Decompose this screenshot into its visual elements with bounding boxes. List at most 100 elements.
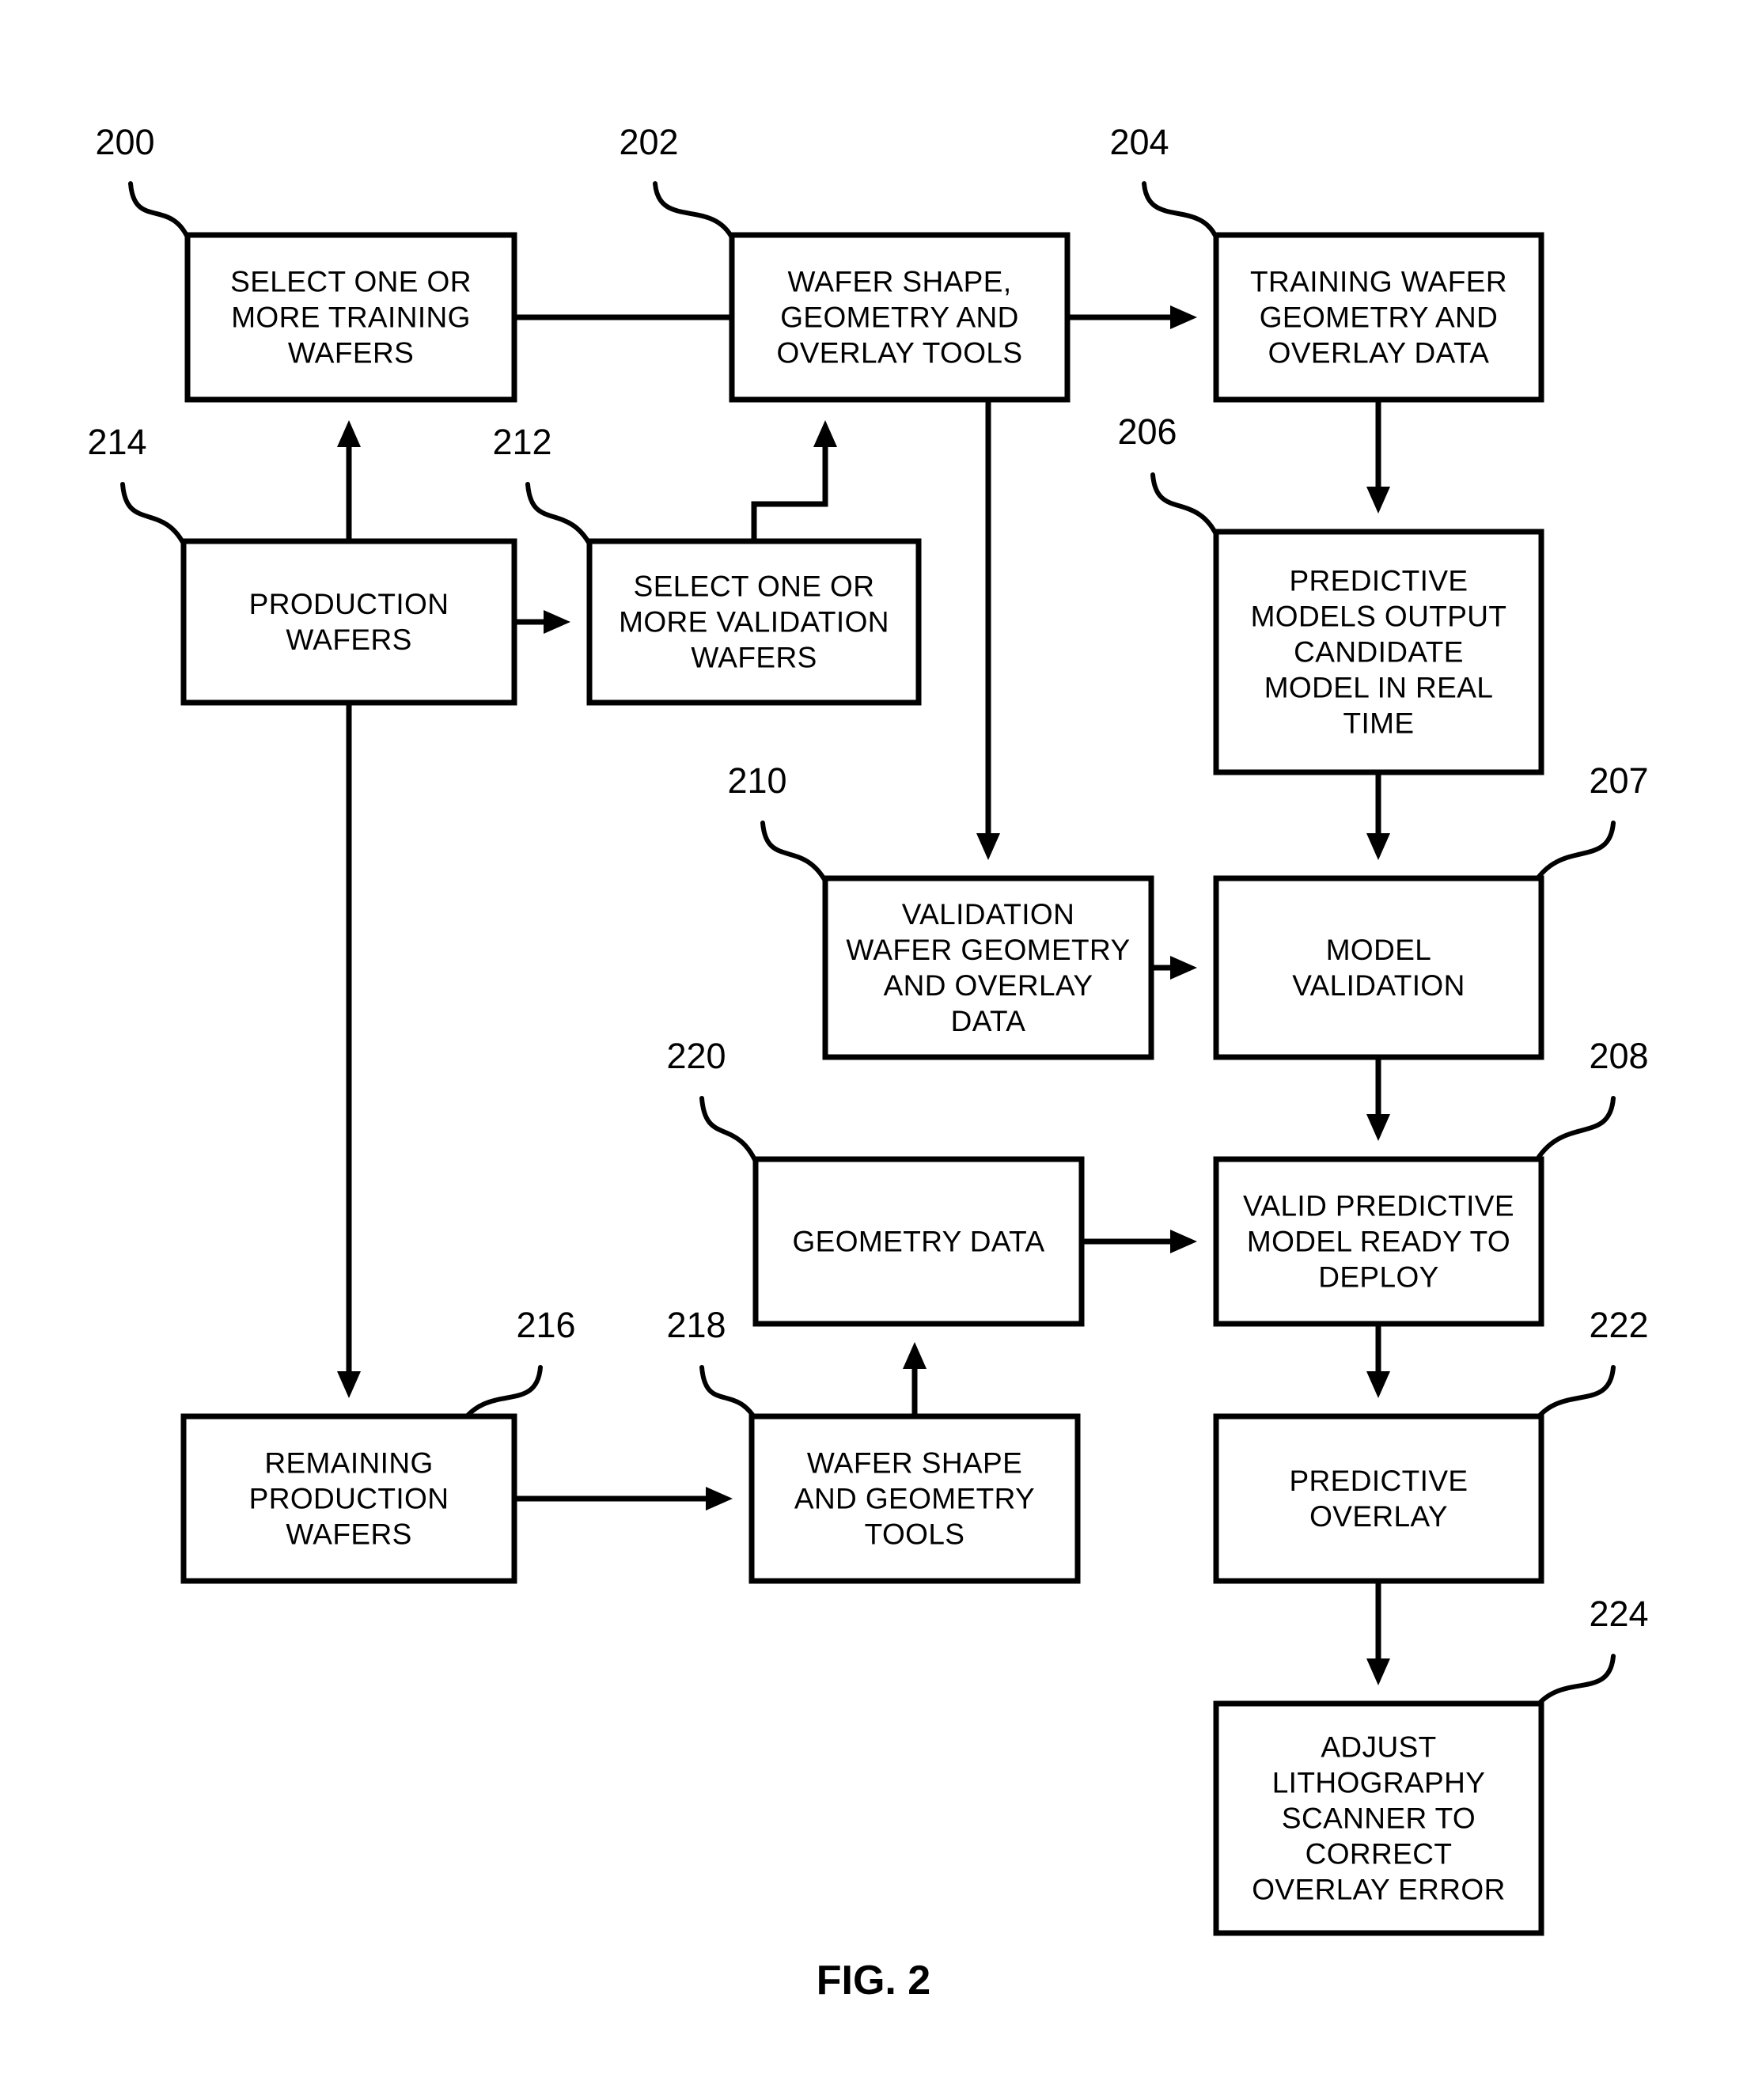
box-label-line: GEOMETRY AND	[780, 301, 1019, 334]
box-label-line: WAFER SHAPE,	[787, 266, 1011, 298]
box-label-line: AND OVERLAY	[884, 969, 1093, 1002]
process-box-predictive-models-output-candidate: PREDICTIVE MODELS OUTPUTCANDIDATEMODEL IN…	[1213, 529, 1544, 775]
conn-204-to-206	[1366, 400, 1390, 514]
arrowhead-icon	[1366, 1658, 1390, 1685]
leader-line-206	[1150, 472, 1219, 538]
box-label-line: OVERLAY DATA	[1268, 337, 1490, 370]
arrowhead-icon	[337, 1371, 361, 1398]
box-label-line: PREDICTIVE	[1289, 1465, 1468, 1497]
process-box-select-training-wafers: SELECT ONE ORMORE TRAININGWAFERS	[184, 232, 517, 403]
box-label-line: VALIDATION	[902, 898, 1075, 931]
conn-218-to-220	[903, 1342, 927, 1416]
arrowhead-icon	[813, 420, 837, 447]
box-label-line: PRODUCTION	[249, 588, 449, 620]
box-label-line: AND GEOMETRY	[794, 1483, 1035, 1515]
reference-numeral-222: 222	[1589, 1305, 1648, 1345]
leader-line-212	[525, 482, 593, 548]
reference-numeral-210: 210	[727, 760, 786, 801]
arrowhead-icon	[976, 833, 1000, 860]
arrowhead-icon	[1170, 305, 1197, 329]
leader-line-208	[1533, 1096, 1616, 1166]
box-label-line: ADJUST	[1321, 1731, 1436, 1764]
box-label-line: TIME	[1343, 707, 1415, 740]
box-label-line: WAFERS	[286, 1518, 411, 1551]
process-box-production-wafers: PRODUCTION WAFERS	[180, 538, 517, 706]
leader-line-218	[699, 1365, 759, 1423]
leader-line-202	[653, 181, 735, 241]
leader-line-200	[128, 181, 191, 241]
process-box-validation-wafer-geometry-overlay-data: VALIDATIONWAFER GEOMETRYAND OVERLAYDATA	[822, 875, 1154, 1060]
conn-222-to-224	[1366, 1581, 1390, 1685]
leader-line-207	[1533, 821, 1616, 885]
box-label-line: VALIDATION	[1292, 969, 1465, 1002]
reference-numeral-202: 202	[619, 122, 678, 162]
arrowhead-icon	[1366, 1114, 1390, 1141]
reference-numeral-214: 214	[87, 422, 146, 462]
arrowhead-icon	[1366, 833, 1390, 860]
reference-numeral-204: 204	[1109, 122, 1169, 162]
box-label-line: CANDIDATE	[1294, 636, 1464, 669]
box-label-line: TRAINING WAFER	[1250, 266, 1507, 298]
leader-line-224	[1533, 1654, 1616, 1711]
process-box-predictive-overlay: PREDICTIVEOVERLAY	[1213, 1413, 1544, 1584]
reference-numeral-224: 224	[1589, 1594, 1648, 1634]
box-label-line: WAFERS	[288, 337, 414, 370]
reference-numeral-212: 212	[492, 422, 551, 462]
patent-figure-page: SELECT ONE OR MORE TRAINING WAFERS WAFER SH…	[0, 0, 1747, 2100]
conn-214-to-200	[337, 420, 361, 541]
conn-212-to-202	[751, 420, 837, 541]
leader-line-204	[1142, 181, 1219, 241]
arrowhead-icon	[706, 1487, 733, 1511]
box-label-line: TOOLS	[865, 1518, 965, 1551]
box-label-line: MODELS OUTPUT	[1251, 601, 1507, 633]
leader-line-222	[1533, 1365, 1616, 1423]
box-label-line: MORE VALIDATION	[619, 606, 889, 639]
reference-numeral-200: 200	[95, 122, 154, 162]
box-label-line: MODEL	[1326, 934, 1432, 966]
box-label-line: DATA	[951, 1005, 1026, 1037]
process-box-adjust-lithography-scanner: ADJUSTLITHOGRAPHYSCANNER TOCORRECTOVERLA…	[1213, 1700, 1544, 1936]
box-outline-production-wafers	[180, 538, 517, 706]
conn-214-to-216	[337, 703, 361, 1398]
conn-220-to-208	[1082, 1230, 1197, 1253]
process-box-training-wafer-geometry-overlay-data: TRAINING WAFERGEOMETRY ANDOVERLAY DATA	[1213, 232, 1544, 403]
conn-216-to-218	[514, 1487, 733, 1511]
conn-206-to-207	[1366, 772, 1390, 860]
box-label-line: MODEL IN REAL	[1264, 672, 1494, 704]
connector-line	[751, 432, 828, 541]
conn-210-to-207	[1151, 956, 1197, 980]
box-label-line: PREDICTIVE	[1289, 565, 1468, 597]
leader-line-216	[460, 1365, 543, 1423]
conn-208-to-222	[1366, 1324, 1390, 1398]
reference-numeral-216: 216	[516, 1305, 575, 1345]
arrowhead-icon	[1366, 1371, 1390, 1398]
leader-line-210	[760, 821, 828, 885]
arrowhead-icon	[544, 610, 570, 634]
flowchart-diagram: SELECT ONE ORMORE TRAININGWAFERSWAFER SH…	[87, 122, 1648, 2003]
arrowhead-icon	[1170, 1230, 1197, 1253]
box-label-line: WAFER GEOMETRY	[846, 934, 1130, 966]
conn-207-to-208	[1366, 1057, 1390, 1141]
box-label-line: WAFERS	[286, 624, 411, 656]
box-label-line: SELECT ONE OR	[634, 570, 875, 603]
reference-numeral-208: 208	[1589, 1036, 1648, 1076]
process-box-remaining-production-wafers: REMAININGPRODUCTIONWAFERS	[180, 1413, 517, 1584]
box-label-line: OVERLAY TOOLS	[777, 337, 1023, 370]
arrowhead-icon	[1170, 956, 1197, 980]
process-box-wafer-shape-geometry-overlay-tools: WAFER SHAPE,GEOMETRY ANDOVERLAY TOOLS	[729, 232, 1071, 403]
box-label-line: REMAINING	[264, 1447, 433, 1480]
box-label-line: CORRECT	[1306, 1838, 1453, 1871]
box-label-line: DEPLOY	[1318, 1261, 1439, 1294]
reference-numeral-206: 206	[1117, 411, 1177, 452]
leader-line-214	[120, 482, 187, 548]
arrowhead-icon	[903, 1342, 927, 1369]
box-outline-predictive-overlay	[1213, 1413, 1544, 1584]
process-box-valid-predictive-model-ready: VALID PREDICTIVE MODEL READY TODEPLOY	[1213, 1156, 1544, 1327]
box-label-line: MORE TRAINING	[231, 301, 471, 334]
box-label-line: OVERLAY ERROR	[1252, 1874, 1505, 1906]
box-label-line: WAFERS	[691, 642, 817, 674]
box-label-line: SCANNER TO	[1282, 1802, 1476, 1835]
box-label-line: SELECT ONE OR	[230, 266, 472, 298]
arrowhead-icon	[337, 420, 361, 447]
reference-numeral-207: 207	[1589, 760, 1648, 801]
